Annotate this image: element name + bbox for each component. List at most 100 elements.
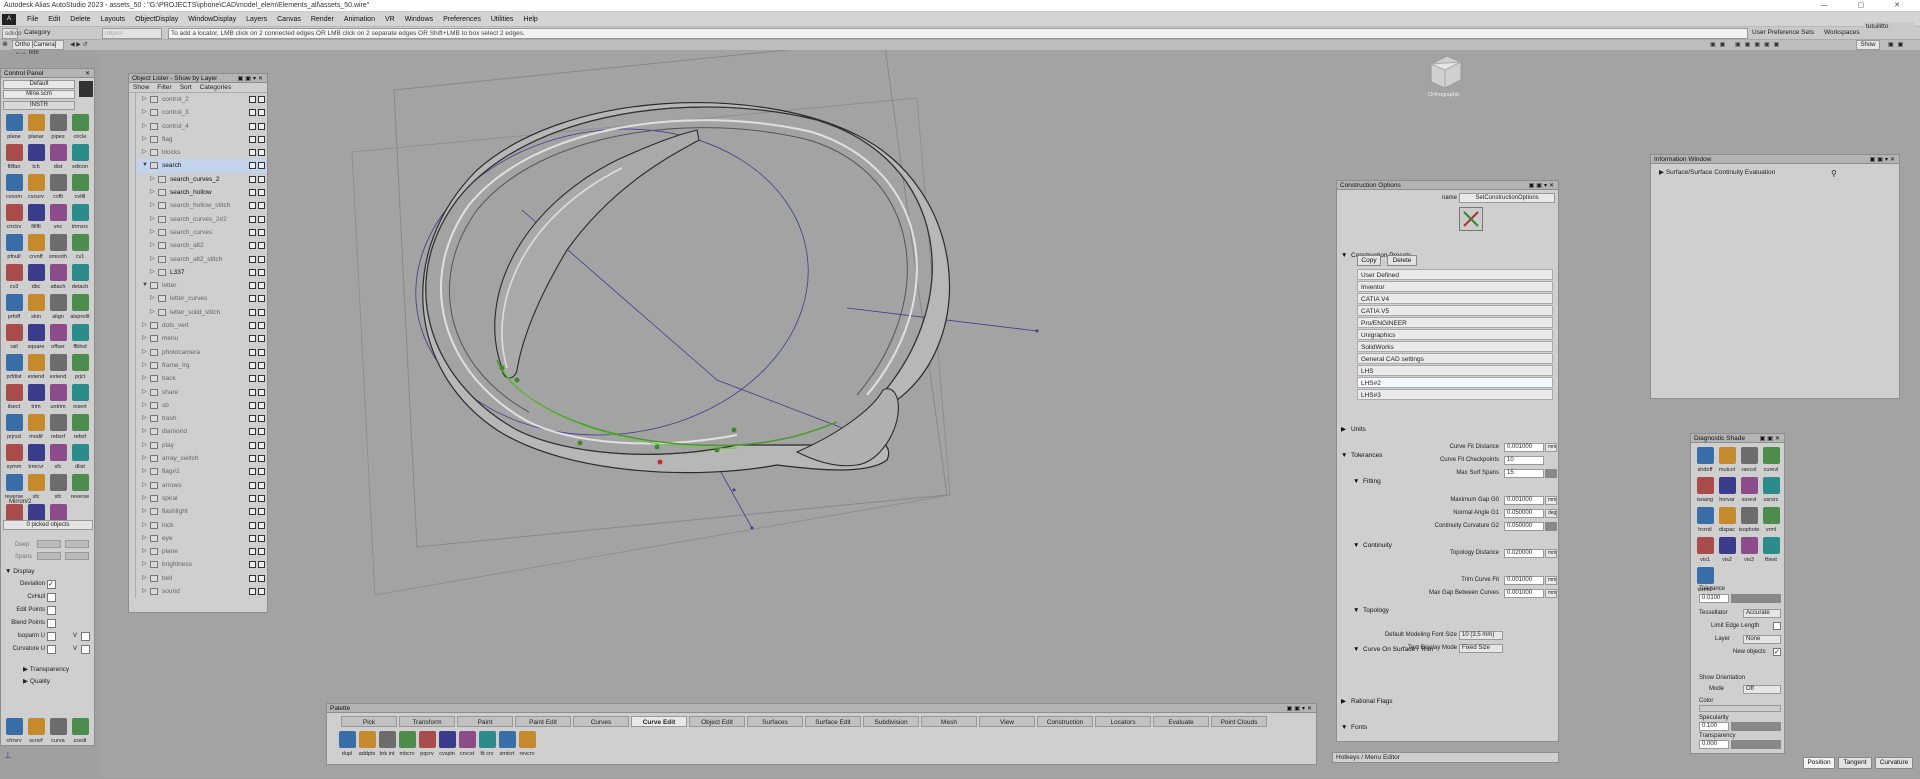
tolerance-slider[interactable] — [1731, 594, 1781, 603]
lister-row[interactable]: ▷ flag#2 — [136, 465, 267, 478]
expand-toggle-icon[interactable]: ▷ — [142, 359, 147, 372]
expand-toggle-icon[interactable]: ▷ — [150, 226, 155, 239]
vis1-icon[interactable] — [1696, 537, 1714, 554]
tool-ffblnd[interactable]: ffblnd — [69, 323, 91, 351]
lister-row[interactable]: ▷ share — [136, 386, 267, 399]
tool-scrsrf[interactable]: scrsrf — [25, 717, 47, 745]
lock-toggle[interactable] — [258, 521, 265, 529]
prfoff-icon[interactable] — [5, 294, 23, 311]
lock-toggle[interactable] — [258, 295, 265, 303]
menu-canvas[interactable]: Canvas — [272, 12, 306, 27]
topology-section[interactable]: ▼ Topology — [1349, 605, 1558, 617]
tool-prfoff[interactable]: prfoff — [3, 293, 25, 321]
modif-icon[interactable] — [27, 414, 45, 431]
visibility-toggle[interactable] — [249, 135, 256, 143]
visibility-toggle[interactable] — [249, 415, 256, 423]
extend-icon[interactable] — [27, 354, 45, 371]
display-option[interactable]: Edit Points — [1, 604, 93, 617]
lister-row[interactable]: ▼ search — [136, 159, 267, 173]
window-controls[interactable]: — ▢ ✕ — [1821, 0, 1914, 12]
display-option-checkbox[interactable]: ✓ — [47, 580, 56, 589]
spans-field-2[interactable] — [65, 552, 89, 560]
continuity-curvature-input[interactable]: 0.050000 — [1504, 522, 1544, 531]
fillfan-icon[interactable] — [5, 144, 23, 161]
tool-hrzntl[interactable]: hrzntl — [1694, 506, 1716, 534]
expand-toggle-icon[interactable]: ▷ — [150, 266, 155, 279]
visibility-toggle[interactable] — [249, 561, 256, 569]
object-field[interactable]: object — [102, 28, 162, 39]
ffblnd-icon[interactable] — [71, 324, 89, 341]
visibility-toggle[interactable] — [249, 109, 256, 117]
tool-planar[interactable]: planar — [25, 113, 47, 141]
lock-toggle[interactable] — [258, 282, 265, 290]
lock-toggle[interactable] — [258, 202, 265, 210]
tsrmul-icon[interactable] — [1696, 567, 1714, 584]
rail-icon[interactable] — [5, 324, 23, 341]
refsrf-icon[interactable] — [71, 414, 89, 431]
expand-toggle-icon[interactable]: ▷ — [142, 133, 147, 146]
prfdist-icon[interactable] — [5, 354, 23, 371]
sdicon-icon[interactable] — [71, 144, 89, 161]
menu-layers[interactable]: Layers — [241, 12, 272, 27]
panel-window-icons[interactable]: ▣▣▾✕ — [238, 75, 265, 84]
expand-toggle-icon[interactable]: ▷ — [150, 199, 155, 212]
menu-vr[interactable]: VR — [380, 12, 400, 27]
tch-icon[interactable] — [27, 144, 45, 161]
max-surf-spans-input[interactable]: 15 — [1504, 469, 1544, 478]
viewcube[interactable] — [1423, 52, 1465, 94]
lister-row[interactable]: ▷ search_curves_2 — [136, 173, 267, 186]
lock-toggle[interactable] — [258, 242, 265, 250]
dupl-icon[interactable] — [338, 731, 356, 748]
tool-sdicon[interactable]: sdicon — [69, 143, 91, 171]
lock-toggle[interactable] — [258, 401, 265, 409]
place-icon[interactable] — [49, 504, 67, 521]
circtrv-icon[interactable] — [5, 204, 23, 221]
visibility-toggle[interactable] — [249, 295, 256, 303]
tessellator-select[interactable]: Accurate — [1743, 609, 1781, 618]
palette-tab[interactable]: Curve Edit — [631, 716, 687, 727]
palette-tab[interactable]: Mesh — [921, 716, 977, 727]
visibility-toggle[interactable] — [249, 322, 256, 330]
expand-toggle-icon[interactable]: ▷ — [142, 532, 147, 545]
tolerance-input[interactable]: 0.0100 — [1699, 594, 1729, 603]
trash-icon[interactable] — [79, 81, 93, 97]
tool-insert[interactable]: insert — [69, 383, 91, 411]
palette-tab[interactable]: Pick — [341, 716, 397, 727]
expand-toggle-icon[interactable]: ▷ — [142, 120, 147, 133]
tool-pqcrv[interactable]: pqcrv — [417, 730, 437, 758]
palette-tab[interactable]: Object Edit — [689, 716, 745, 727]
lister-row[interactable]: ▷ search_alt2_stitch — [136, 253, 267, 266]
expand-toggle-icon[interactable]: ▷ — [142, 505, 147, 518]
lister-row[interactable]: ▷ back — [136, 372, 267, 385]
lister-row[interactable]: ▷ dots_vert — [136, 319, 267, 332]
tool-fbest[interactable]: fbest — [1760, 536, 1782, 564]
lock-toggle[interactable] — [258, 175, 265, 183]
expand-toggle-icon[interactable]: ▷ — [142, 372, 147, 385]
visibility-toggle[interactable] — [249, 388, 256, 396]
topology-distance-input[interactable]: 0.020000 — [1504, 549, 1544, 558]
expand-toggle-icon[interactable]: ▷ — [150, 306, 155, 319]
visibility-toggle[interactable] — [249, 149, 256, 157]
lock-toggle[interactable] — [258, 428, 265, 436]
cvspin-icon[interactable] — [438, 731, 456, 748]
tool-isoang[interactable]: isoang — [1694, 476, 1716, 504]
user-name[interactable]: tutuilitto — [1864, 22, 1914, 33]
tool-revcrv[interactable]: revcrv — [517, 730, 537, 758]
expand-toggle-icon[interactable]: ▷ — [142, 399, 147, 412]
sfc-icon[interactable] — [49, 474, 67, 491]
expand-toggle-icon[interactable]: ▷ — [142, 93, 147, 106]
max-gap-input[interactable]: 0.001000 — [1504, 496, 1544, 505]
dbc-icon[interactable] — [27, 264, 45, 281]
deep-field-2[interactable] — [65, 540, 89, 548]
lister-row[interactable]: ▷ letter_curves — [136, 292, 267, 305]
tool-cvfill[interactable]: cvfill — [69, 173, 91, 201]
prjrsd-icon[interactable] — [5, 414, 23, 431]
preset-item[interactable]: Inventor — [1357, 281, 1553, 292]
tool-vis2[interactable]: vis2 — [1716, 536, 1738, 564]
specularity-slider[interactable] — [1731, 722, 1781, 731]
smooth-icon[interactable] — [49, 234, 67, 251]
tool-plane[interactable]: plane — [3, 113, 25, 141]
trim-icon[interactable] — [27, 384, 45, 401]
mode-select[interactable]: Off — [1743, 685, 1781, 694]
lister-row[interactable]: ▷ spiral — [136, 492, 267, 505]
